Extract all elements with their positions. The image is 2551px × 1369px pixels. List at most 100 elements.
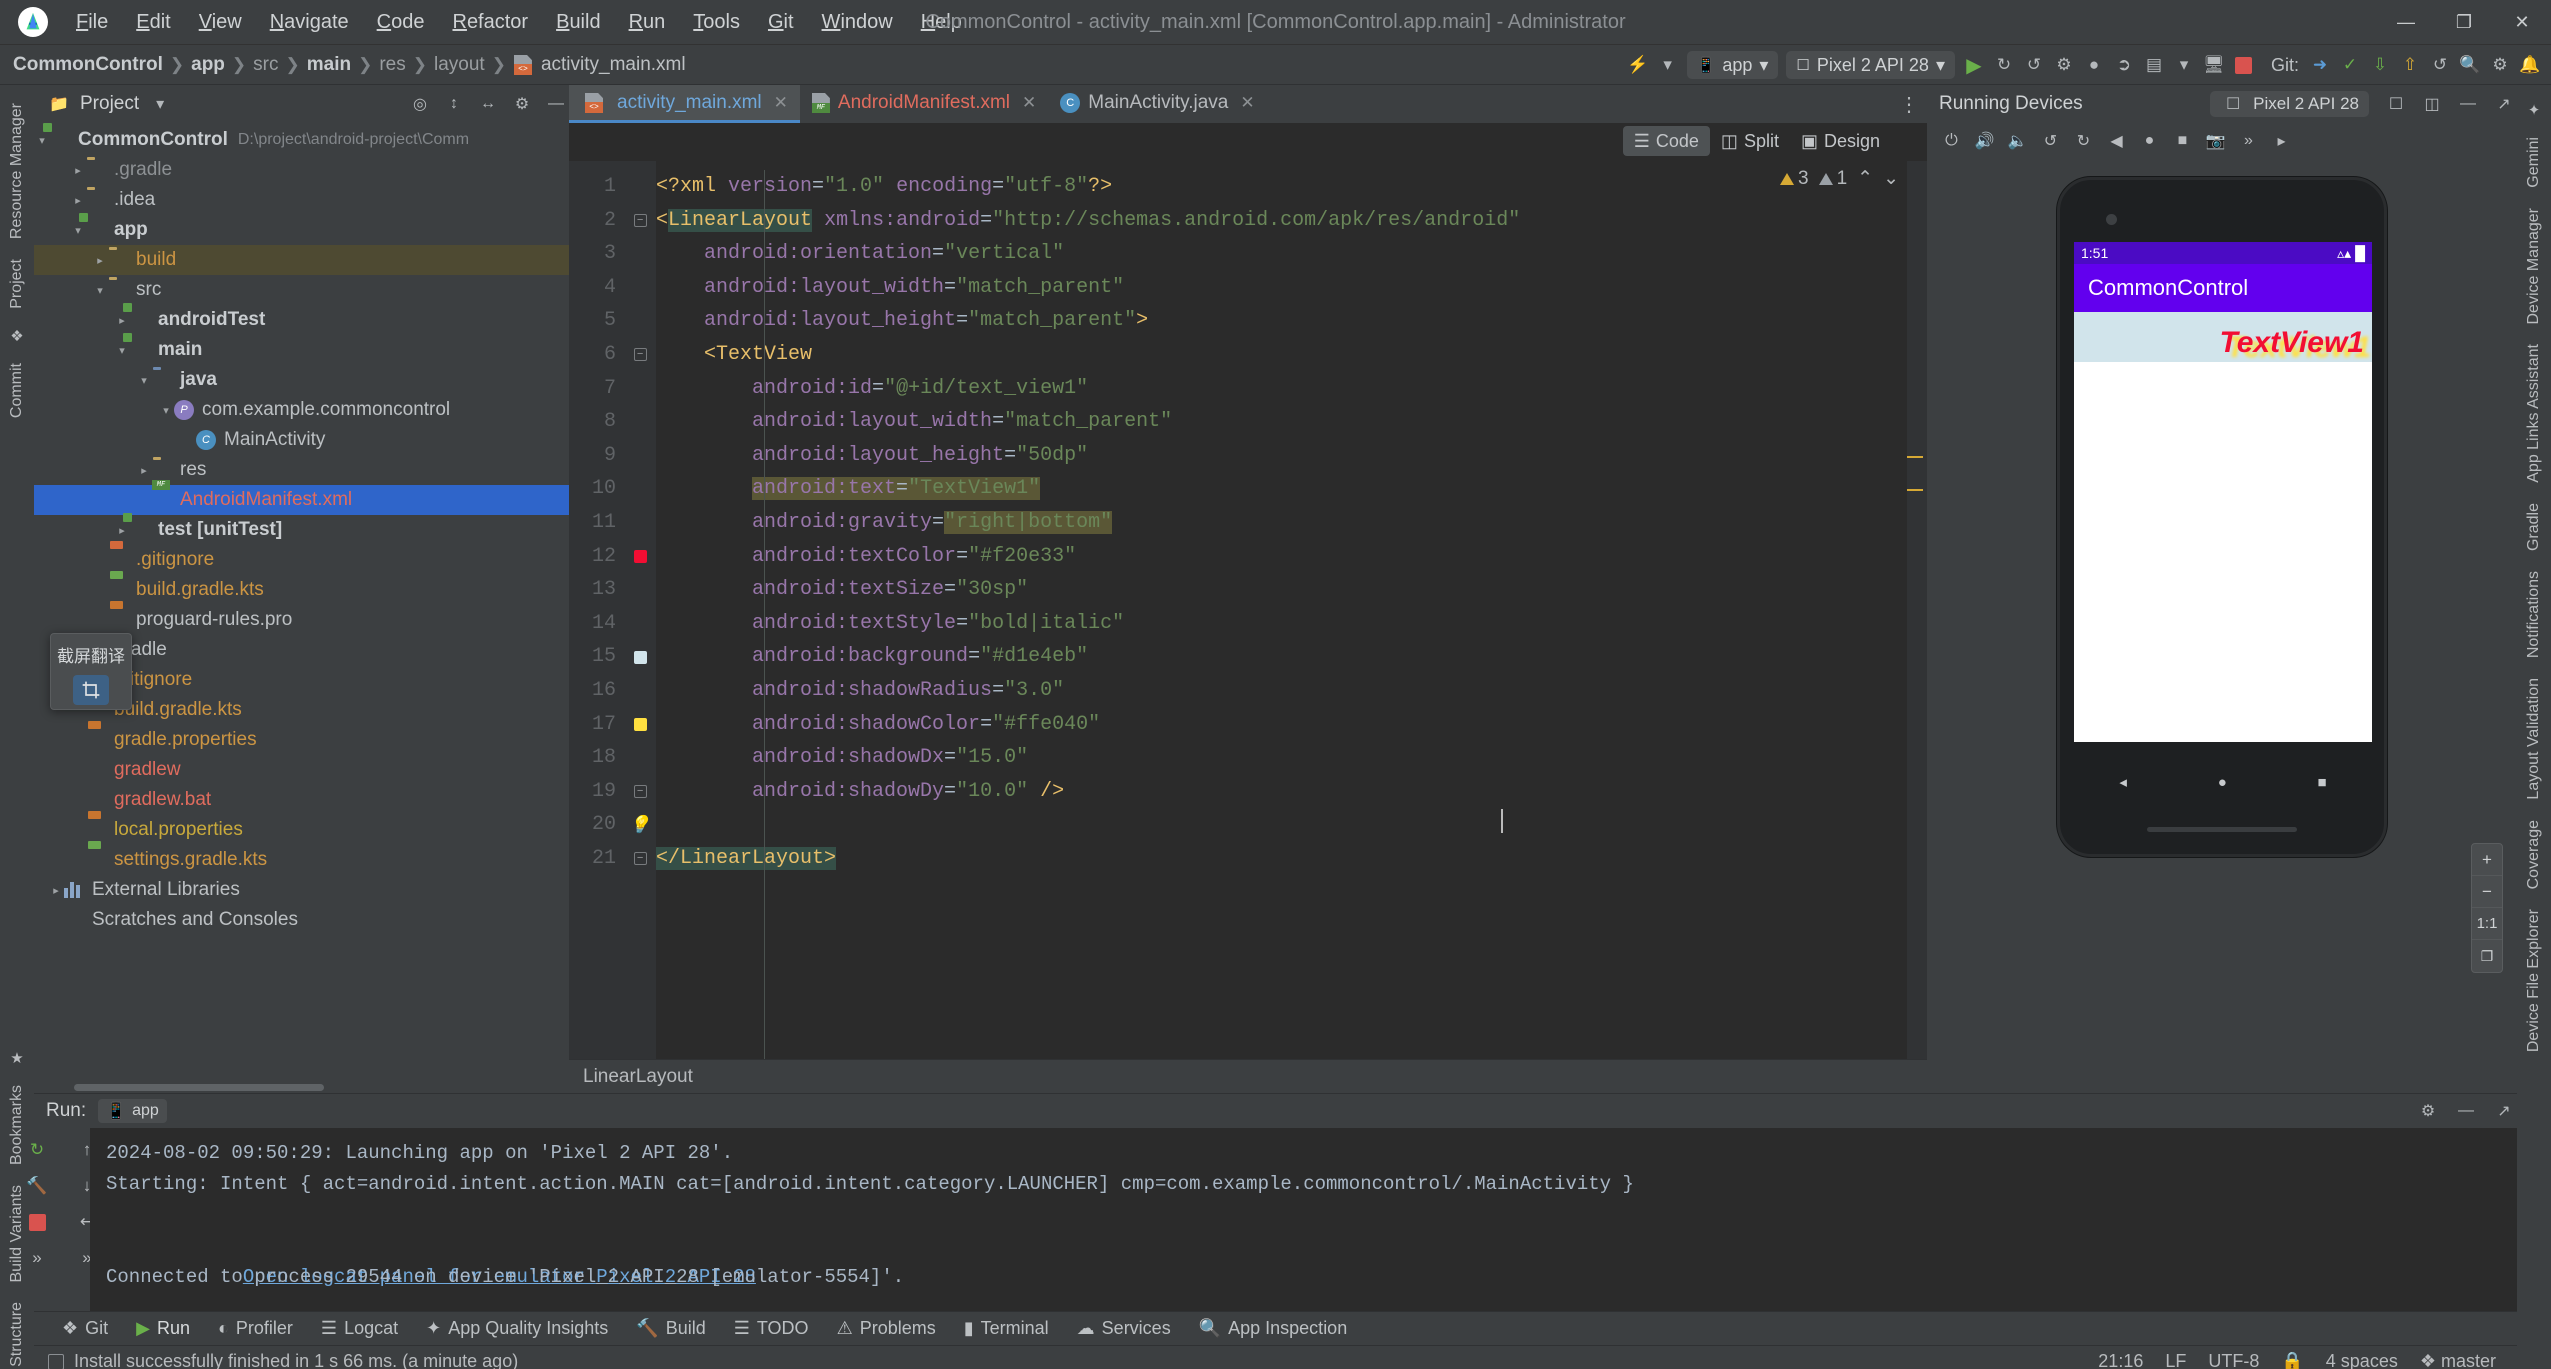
rail-item-coverage[interactable]: Coverage [2525,810,2543,899]
search-icon[interactable]: 🔍 [2455,48,2485,82]
code-line[interactable]: <?xml version="1.0" encoding="utf-8"?> [656,170,1927,204]
rail-item-commit[interactable]: Commit [8,353,26,428]
lightning-icon[interactable]: ⚡ [1623,48,1653,82]
screenshot-icon[interactable]: 📷 [2199,126,2232,156]
power-icon[interactable]: ⏻ [1935,126,1968,156]
view-mode-split[interactable]: ◫ Split [1710,126,1790,156]
prev-problem-icon[interactable]: ⌃ [1857,167,1873,190]
tree-item-androidtest[interactable]: ▸ androidTest [34,305,569,335]
git-branch-icon[interactable]: ➜ [2305,48,2335,82]
hide-panel-icon[interactable]: ↗ [2491,1098,2517,1124]
coverage-icon[interactable]: ▤ [2139,48,2169,82]
zoom-out-button[interactable]: − [2472,876,2502,908]
tree-expand-arrow[interactable]: ▸ [114,314,130,327]
rail-item-resource-manager[interactable]: Resource Manager [8,93,26,249]
emulator-toolbar[interactable]: ⏻ 🔊 🔈 ↺ ↻ ◀ ● ■ 📷 » ▸ [1927,123,2517,159]
minimize-icon[interactable]: — [2453,1098,2479,1124]
emulator-device-frame[interactable]: 1:51 ▵▴ █ CommonControl TextView1 ◂ ● ■ [2057,177,2387,857]
back-triangle-icon[interactable]: ◂ [2119,773,2127,791]
close-icon[interactable]: ✕ [774,93,788,113]
read-only-lock-icon[interactable]: 🔒 [2270,1351,2314,1369]
color-swatch-red[interactable] [633,549,647,563]
menu-item-edit[interactable]: Edit [122,7,184,38]
update-icon[interactable]: ⇩ [2365,48,2395,82]
home-circle-icon[interactable]: ● [2218,774,2227,791]
tree-item-external-libraries[interactable]: ▸ External Libraries [34,875,569,905]
bookmarks-icon[interactable]: ★ [6,1047,28,1069]
code-line[interactable]: android:text="TextView1" [656,472,1927,506]
screenshot-translate-popup[interactable]: 截屏翻译 [50,633,132,710]
file-encoding[interactable]: UTF-8 [2197,1351,2270,1369]
more-icon[interactable]: ▾ [2169,48,2199,82]
menu-item-run[interactable]: Run [615,7,680,38]
tree-item-com-example-commoncontrol[interactable]: ▾ Pcom.example.commoncontrol [34,395,569,425]
more-icon[interactable]: » [2232,126,2265,156]
tree-expand-arrow[interactable]: ▾ [114,344,130,357]
inspection-stripe[interactable] [1907,161,1927,1059]
tree-expand-arrow[interactable]: ▸ [70,194,86,207]
breadcrumb-app[interactable]: app [188,54,228,76]
breadcrumb-src[interactable]: src [250,54,281,76]
intention-action[interactable]: 💡 [624,808,656,842]
breadcrumb-layout[interactable]: layout [431,54,488,76]
code-content[interactable]: <?xml version="1.0" encoding="utf-8"?> <L… [656,161,1927,1059]
tool-tab-services[interactable]: ☁ Services [1063,1318,1185,1339]
rail-item-gemini[interactable]: Gemini [2525,127,2543,198]
tool-tab-app-inspection[interactable]: 🔍 App Inspection [1185,1318,1362,1339]
code-line[interactable]: android:shadowColor="#ffe040" [656,708,1927,742]
zoom-fit-button[interactable]: ❐ [2472,940,2502,972]
close-icon[interactable]: ✕ [1240,93,1254,113]
close-button[interactable]: ✕ [2493,0,2551,45]
maximize-button[interactable]: ❐ [2435,0,2493,45]
chevron-down-icon[interactable]: ▾ [1653,48,1683,82]
profiler-icon[interactable]: ● [2079,48,2109,82]
breadcrumb-file[interactable]: activity_main.xml [538,54,689,76]
tree-expand-arrow[interactable]: ▸ [70,164,86,177]
gear-icon[interactable]: ⚙ [509,91,535,117]
new-tab-icon[interactable]: ☐ [2383,91,2409,117]
tree-item-idea[interactable]: ▸ .idea [34,185,569,215]
project-horizontal-scrollbar[interactable] [34,1081,569,1093]
gear-icon[interactable]: ⚙ [2415,1098,2441,1124]
breadcrumb[interactable]: CommonControl ❯ app ❯ src ❯ main ❯ res ❯… [10,54,689,76]
tree-item-local-properties[interactable]: local.properties [34,811,569,845]
apply-code-changes-icon[interactable]: ↺ [2019,48,2049,82]
project-tree[interactable]: ▾ CommonControl D:\project\android-proje… [34,123,569,1081]
rail-item-app-links-assistant[interactable]: App Links Assistant [2525,334,2543,493]
more-vertical-icon[interactable]: ⋮ [1899,85,1919,123]
rail-item-notifications[interactable]: Notifications [2525,561,2543,668]
recents-square-icon[interactable]: ■ [2318,774,2327,791]
chevron-down-icon[interactable]: ▾ [147,91,173,117]
tab-androidmanifest-xml[interactable]: MF AndroidManifest.xml ✕ [800,85,1048,123]
tree-item-proguard-rules-pro[interactable]: proguard-rules.pro [34,601,569,635]
scrollbar-thumb[interactable] [74,1084,324,1091]
tree-item-main[interactable]: ▾ main [34,335,569,365]
tool-tab-logcat[interactable]: ☰ Logcat [307,1318,412,1339]
tool-tab-todo[interactable]: ☰ TODO [720,1318,823,1339]
editor-tabs[interactable]: <> activity_main.xml ✕ MF AndroidManifes… [569,85,1927,123]
warning-count[interactable]: 3 [1780,168,1809,190]
fold-toggle-icon[interactable]: − [633,348,647,362]
check-icon[interactable]: ✓ [2335,48,2365,82]
menu-item-tools[interactable]: Tools [679,7,754,38]
menu-item-view[interactable]: View [185,7,256,38]
attach-debugger-icon[interactable]: ➲ [2109,48,2139,82]
color-gutter-swatch[interactable] [624,540,656,574]
inspection-widget[interactable]: 3 1 ⌃ ⌄ [1780,167,1899,190]
code-line[interactable]: android:layout_width="match_parent" [656,271,1927,305]
breadcrumb-main[interactable]: main [304,54,354,76]
main-toolbar[interactable]: ⚡ ▾ 📱 app ▾ ☐ Pixel 2 API 28 ▾ ▶ ↻ ↺ ⚙ ●… [1623,45,2551,85]
menu-item-code[interactable]: Code [363,7,439,38]
code-line[interactable]: android:id="@+id/text_view1" [656,372,1927,406]
weak-warning-count[interactable]: 1 [1818,168,1847,190]
fold-toggle[interactable]: − [624,842,656,876]
menu-item-file[interactable]: File [62,7,122,38]
rotate-right-icon[interactable]: ↻ [2067,126,2100,156]
right-tool-rail[interactable]: ✦ Gemini Device Manager App Links Assist… [2517,85,2551,1369]
device-selector[interactable]: ☐ Pixel 2 API 28 ▾ [1786,51,1955,79]
code-line[interactable]: android:layout_height="match_parent"> [656,304,1927,338]
tree-expand-arrow[interactable]: ▸ [136,464,152,477]
home-icon[interactable]: ● [2133,126,2166,156]
code-line[interactable]: android:layout_height="50dp" [656,439,1927,473]
tree-item-androidmanifest-xml[interactable]: MF AndroidManifest.xml [34,480,569,515]
